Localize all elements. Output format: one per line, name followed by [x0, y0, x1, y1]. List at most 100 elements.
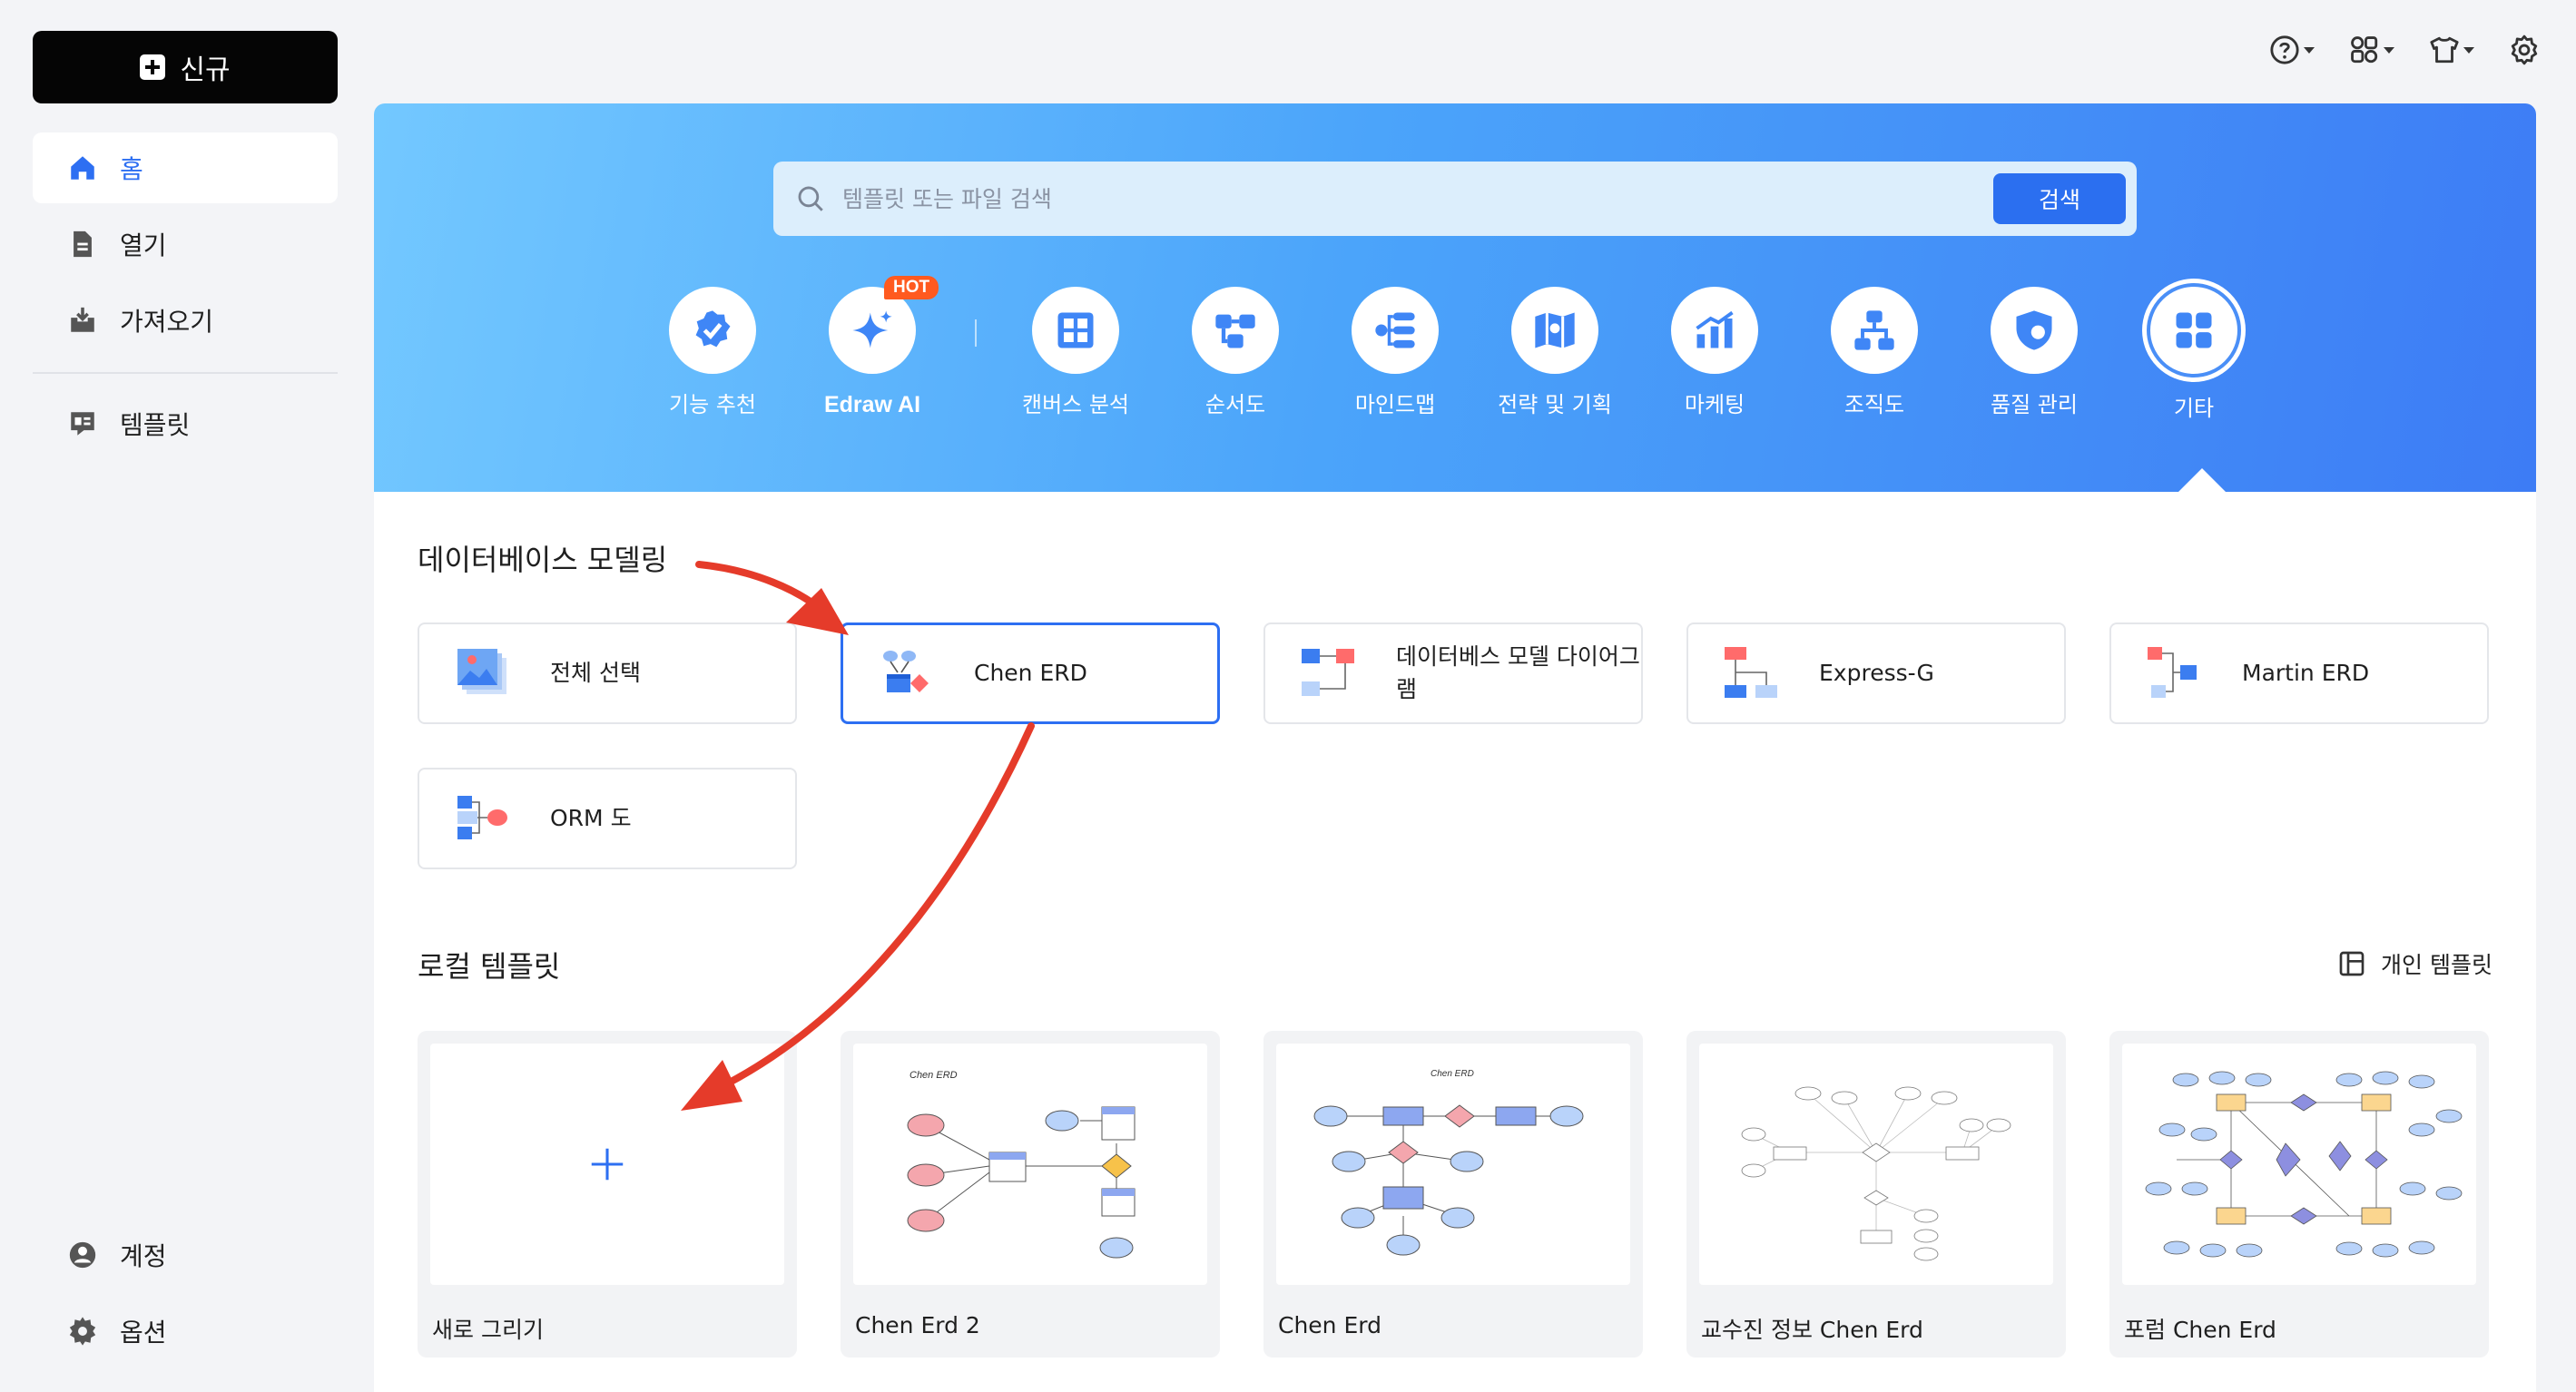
category-label: 전략 및 기획 [1498, 392, 1612, 417]
template-preview [1699, 1044, 2053, 1285]
section-title-local-templates: 로컬 템플릿 [418, 949, 561, 984]
shirt-icon [2430, 36, 2459, 64]
template-caption: 새로 그리기 [432, 1317, 544, 1343]
sidebar-item-label: 가져오기 [120, 307, 214, 337]
sidebar-item-options[interactable]: 옵션 [33, 1296, 338, 1367]
theme-menu[interactable] [2429, 34, 2474, 65]
bar-chart-icon [1696, 310, 1734, 348]
section-title-database-modeling: 데이터베이스 모델링 [418, 543, 668, 577]
template-new-drawing[interactable]: 새로 그리기 [418, 1031, 797, 1358]
search-icon [798, 186, 823, 211]
option-chen-erd[interactable]: Chen ERD [841, 622, 1220, 724]
erd-thumbnail: Chen ERD [1313, 1069, 1584, 1256]
category-label: 품질 관리 [1991, 392, 2078, 417]
category-label: 마인드맵 [1354, 392, 1436, 417]
category-quality-management[interactable]: 품질 관리 [1957, 287, 2111, 419]
sidebar-divider [33, 372, 338, 374]
option-label: Martin ERD [2242, 660, 2370, 686]
sidebar-item-label: 템플릿 [120, 410, 191, 440]
category-label: 마케팅 [1684, 392, 1745, 417]
search-bar: 검색 [773, 162, 2137, 236]
category-label: 순서도 [1204, 392, 1266, 417]
sidebar-item-account[interactable]: 계정 [33, 1220, 338, 1290]
erd-thumbnail: Chen ERD [907, 1070, 1136, 1259]
option-select-all[interactable]: 전체 선택 [418, 622, 797, 724]
option-label: Express-G [1819, 660, 1934, 686]
canvas-grid-icon [1057, 312, 1094, 348]
sidebar-item-home[interactable]: 홈 [33, 132, 338, 203]
category-label: 캔버스 분석 [1021, 392, 1130, 417]
sidebar-item-label: 열기 [120, 230, 167, 260]
sidebar-item-templates[interactable]: 템플릿 [33, 388, 338, 459]
category-label: 기능 추천 [669, 392, 756, 417]
express-g-icon [1725, 647, 1777, 698]
shield-icon [2016, 310, 2052, 350]
sidebar-item-label: 옵션 [120, 1318, 167, 1348]
main-panel: 검색 기능 추천 HOT Edraw AI 캔버스 분석 순서도 [374, 103, 2536, 1392]
option-label: 전체 선택 [550, 660, 641, 686]
top-toolbar [2269, 34, 2540, 65]
template-faculty-info-chen-erd[interactable]: 교수진 정보 Chen Erd [1686, 1031, 2066, 1358]
help-menu[interactable] [2269, 34, 2315, 65]
category-edraw-ai[interactable]: HOT Edraw AI [795, 276, 949, 419]
template-caption: Chen Erd 2 [855, 1312, 980, 1338]
apps-menu[interactable] [2349, 34, 2394, 65]
selection-notch [2177, 468, 2227, 494]
map-icon [1535, 312, 1575, 348]
new-button-label: 신규 [180, 54, 231, 86]
template-caption: 포럼 Chen Erd [2124, 1317, 2276, 1343]
category-mindmap[interactable]: 마인드맵 [1318, 287, 1472, 419]
option-express-g[interactable]: Express-G [1686, 622, 2066, 724]
settings-icon [2511, 34, 2538, 65]
thumbnail-title: Chen ERD [1431, 1069, 1474, 1079]
plus-square-icon [140, 54, 166, 80]
category-recommended[interactable]: 기능 추천 [635, 287, 790, 419]
org-chart-icon [1854, 310, 1894, 350]
personal-templates-label: 개인 템플릿 [2381, 952, 2492, 978]
personal-templates-link[interactable]: 개인 템플릿 [2337, 947, 2492, 980]
category-other[interactable]: 기타 [2117, 283, 2271, 423]
search-button[interactable]: 검색 [1993, 173, 2126, 224]
sidebar-item-open[interactable]: 열기 [33, 209, 338, 279]
template-forum-chen-erd[interactable]: 포럼 Chen Erd [2109, 1031, 2489, 1358]
option-label: ORM 도 [550, 805, 632, 831]
category-divider [975, 319, 977, 347]
sidebar: 신규 홈 열기 가져오기 템플릿 계정 옵션 [0, 0, 372, 1392]
template-preview: Chen ERD [1276, 1044, 1630, 1285]
sidebar-item-label: 홈 [120, 154, 143, 184]
template-chen-erd[interactable]: Chen ERD Chen Erd [1263, 1031, 1643, 1358]
search-input[interactable] [842, 185, 1993, 212]
layout-panel-icon [2339, 951, 2365, 976]
template-preview [2122, 1044, 2476, 1285]
category-org-chart[interactable]: 조직도 [1797, 287, 1952, 419]
sparkle-icon [852, 310, 892, 348]
template-caption: Chen Erd [1278, 1312, 1381, 1338]
hero-banner: 검색 기능 추천 HOT Edraw AI 캔버스 분석 순서도 [374, 103, 2536, 494]
import-icon [71, 307, 94, 332]
settings-button[interactable] [2509, 34, 2540, 65]
option-orm-diagram[interactable]: ORM 도 [418, 768, 797, 869]
category-marketing[interactable]: 마케팅 [1637, 287, 1792, 419]
file-icon [74, 230, 92, 258]
sidebar-item-import[interactable]: 가져오기 [33, 285, 338, 356]
gear-icon [69, 1317, 96, 1346]
category-canvas-analysis[interactable]: 캔버스 분석 [998, 287, 1153, 419]
sidebar-item-label: 계정 [120, 1241, 167, 1271]
template-chen-erd-2[interactable]: Chen ERD Chen Erd 2 [841, 1031, 1220, 1358]
db-model-icon [1302, 649, 1354, 696]
new-button[interactable]: 신규 [33, 31, 338, 103]
flowchart-icon [1215, 314, 1255, 348]
category-label: 기타 [2173, 396, 2215, 421]
option-martin-erd[interactable]: Martin ERD [2109, 622, 2489, 724]
chevron-down-icon [2384, 46, 2394, 54]
plus-icon [591, 1148, 624, 1181]
option-database-model-diagram[interactable]: 데이터베스 모델 다이어그램 [1263, 622, 1643, 724]
erd-thumbnail [1741, 1086, 2011, 1261]
option-label: Chen ERD [974, 660, 1087, 686]
template-icon [71, 412, 94, 436]
category-flowchart[interactable]: 순서도 [1158, 287, 1313, 419]
mindmap-icon [1375, 312, 1415, 348]
martin-erd-icon [2148, 647, 2197, 698]
category-strategy-planning[interactable]: 전략 및 기획 [1478, 287, 1632, 419]
category-label: 조직도 [1844, 392, 1905, 417]
